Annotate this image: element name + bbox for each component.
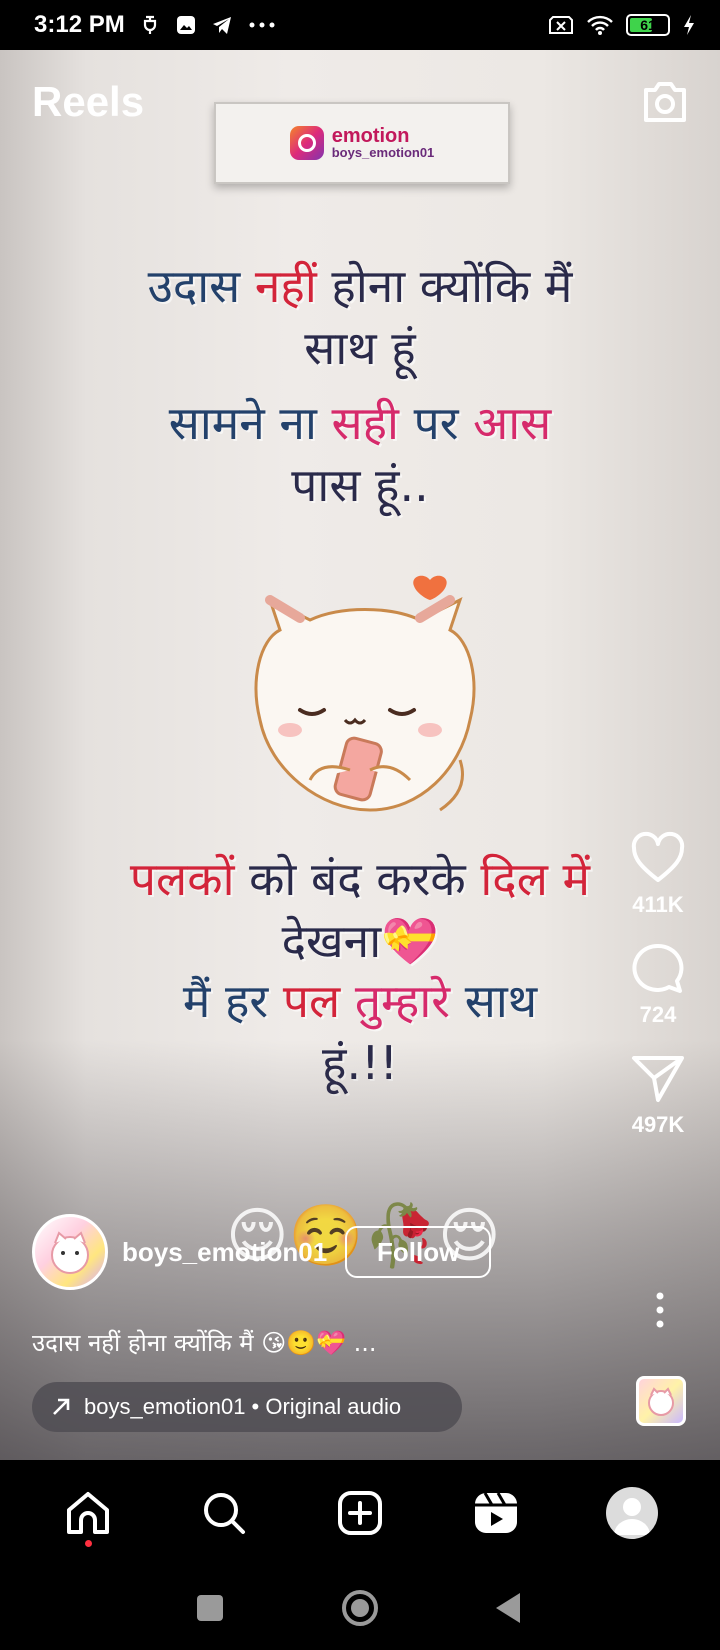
home-icon: [67, 1492, 109, 1534]
share-count: 497K: [631, 1112, 685, 1137]
home-circle-icon[interactable]: [340, 1588, 380, 1628]
logo-line-1: emotion: [331, 125, 410, 147]
quote-word: नहीं: [254, 259, 317, 313]
quote-2-line-2: पास हूं..: [291, 458, 429, 512]
comment-icon[interactable]: [628, 940, 688, 996]
camera-icon[interactable]: [640, 78, 690, 126]
logo-line-2: boys_emotion01: [331, 145, 435, 160]
quote-1-line-2: साथ हूं: [304, 321, 416, 375]
quote-4-line-2: हूं.!!: [322, 1036, 398, 1090]
quote-word: दिल में: [480, 852, 591, 906]
quote-word: उदास: [147, 259, 241, 313]
quote-word: मैं हर: [182, 974, 269, 1028]
page-title: Reels: [32, 78, 145, 125]
battery-level: 61: [640, 17, 656, 33]
no-sim-icon: [549, 16, 573, 34]
battery-icon: 61: [626, 14, 670, 36]
quote-1-line-1: उदास नहीं होना क्योंकि मैं: [90, 255, 630, 317]
watermark-logo: emotion boys_emotion01: [214, 102, 510, 184]
quote-word: सामने ना: [168, 396, 317, 450]
cat-thumbnail-icon: [648, 1387, 674, 1416]
status-right: 61: [548, 0, 696, 50]
action-column: 411K 724 497K: [618, 830, 698, 1160]
instagram-logo-icon: [289, 126, 324, 160]
quote-2-line-1: सामने ना सही पर आस: [90, 392, 630, 454]
quote-word: पल: [282, 974, 341, 1028]
audio-label: boys_emotion01 • Original audio: [84, 1394, 402, 1419]
quote-3-line-2: देखना💝: [281, 914, 439, 968]
quote-4-line-1: मैं हर पल तुम्हारे साथ: [90, 970, 630, 1032]
comment-count: 724: [639, 1002, 677, 1027]
nav-profile[interactable]: [604, 1485, 660, 1541]
cat-avatar-icon: [51, 1231, 89, 1274]
default-user-icon: [614, 1498, 650, 1535]
status-time: 3:12 PM: [34, 11, 125, 38]
avatar[interactable]: [32, 1214, 108, 1290]
quote-word: साथ: [464, 974, 538, 1028]
nav-create[interactable]: [332, 1485, 388, 1541]
quote-word: को बंद करके: [249, 852, 466, 906]
quote-block-3: पलकों को बंद करके दिल में देखना💝: [90, 848, 630, 972]
more-options-icon[interactable]: [648, 1290, 672, 1330]
audio-link[interactable]: boys_emotion01 • Original audio: [32, 1382, 462, 1432]
nav-search[interactable]: [196, 1485, 252, 1541]
arrow-up-right-icon: [53, 1398, 70, 1415]
audio-thumbnail[interactable]: [636, 1376, 686, 1426]
quote-word: सही: [331, 396, 399, 450]
quote-word: तुम्हारे: [354, 974, 451, 1028]
quote-word: होना क्योंकि मैं: [331, 259, 573, 313]
quote-word: आस: [473, 396, 552, 450]
status-left-icons: [139, 14, 277, 36]
search-icon: [204, 1493, 245, 1534]
usb-debug-icon: [143, 15, 156, 34]
bottom-nav: [0, 1460, 720, 1566]
quote-word: पलकों: [129, 852, 235, 906]
quote-block-2: सामने ना सही पर आस पास हूं..: [90, 392, 630, 516]
reels-icon: [475, 1492, 517, 1533]
wifi-icon: [587, 15, 613, 35]
follow-button[interactable]: Follow: [345, 1226, 492, 1278]
quote-block-4: मैं हर पल तुम्हारे साथ हूं.!!: [90, 970, 630, 1094]
quote-block-1: उदास नहीं होना क्योंकि मैं साथ हूं: [90, 255, 630, 379]
like-count: 411K: [632, 892, 684, 917]
telegram-icon: [212, 17, 231, 34]
add-post-icon: [338, 1491, 382, 1535]
more-dots-icon: [249, 22, 275, 28]
like-heart-icon[interactable]: [628, 830, 688, 886]
status-bar: 3:12 PM 61: [0, 0, 720, 50]
system-nav: [0, 1566, 720, 1650]
back-triangle-icon[interactable]: [490, 1588, 530, 1628]
gallery-icon: [176, 16, 195, 34]
logo-text: emotion boys_emotion01: [332, 126, 435, 160]
charging-icon: [684, 15, 694, 35]
share-send-icon[interactable]: [628, 1050, 688, 1106]
username[interactable]: boys_emotion01: [122, 1237, 327, 1268]
heart-icon: [413, 575, 447, 600]
recents-square-icon[interactable]: [190, 1588, 230, 1628]
notification-dot: [85, 1540, 92, 1547]
cat-illustration: [254, 575, 476, 812]
caption[interactable]: उदास नहीं होना क्योंकि मैं 😘🙂💝 ...: [32, 1326, 377, 1359]
nav-reels[interactable]: [468, 1485, 524, 1541]
profile-row: boys_emotion01 Follow: [32, 1214, 492, 1290]
profile-avatar: [606, 1487, 658, 1539]
quote-3-line-1: पलकों को बंद करके दिल में: [90, 848, 630, 910]
nav-home[interactable]: [60, 1485, 116, 1547]
quote-word: पर: [413, 396, 459, 450]
